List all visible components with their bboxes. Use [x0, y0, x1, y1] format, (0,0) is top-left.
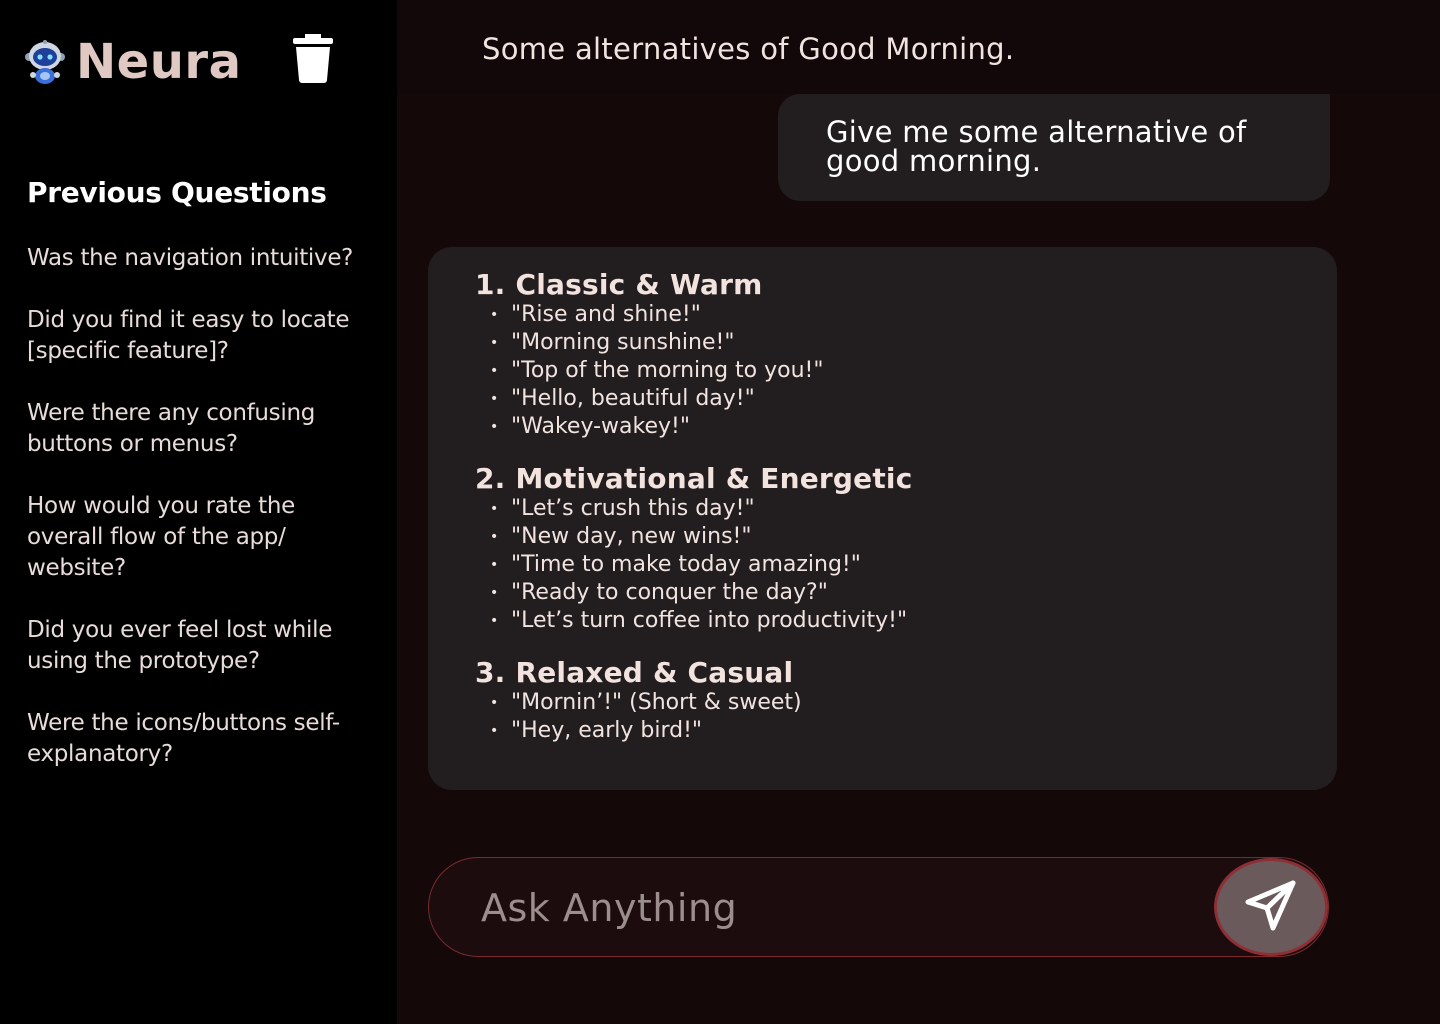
- previous-questions-list: Was the navigation intuitive? Did you fi…: [27, 243, 372, 801]
- section-title: 3. Relaxed & Casual: [475, 656, 794, 689]
- brand: Neura: [24, 34, 241, 90]
- section-title: 2. Motivational & Energetic: [475, 462, 913, 495]
- response-section: 2. Motivational & Energetic "Let’s crush…: [475, 462, 1337, 636]
- app-window: Neura Previous Questions Was the navigat…: [0, 0, 1440, 1024]
- phrase-item: "Morning sunshine!": [490, 329, 1337, 357]
- chat-input-bar: [428, 857, 1329, 957]
- previous-question-item[interactable]: How would you rate the overall flow of t…: [27, 491, 372, 584]
- robot-icon: [24, 39, 66, 85]
- chat-header: Some alternatives of Good Morning.: [397, 0, 1440, 94]
- phrase-list: "Let’s crush this day!" "New day, new wi…: [475, 495, 1337, 635]
- response-section: 3. Relaxed & Casual "Mornin’!" (Short & …: [475, 656, 1337, 746]
- phrase-list: "Mornin’!" (Short & sweet) "Hey, early b…: [475, 689, 1337, 745]
- previous-questions-heading: Previous Questions: [27, 176, 327, 209]
- chat-area: Some alternatives of Good Morning. Give …: [397, 0, 1440, 1024]
- phrase-item: "Wakey-wakey!": [490, 413, 1337, 441]
- response-section: 1. Classic & Warm "Rise and shine!" "Mor…: [475, 268, 1337, 442]
- previous-question-item[interactable]: Did you ever feel lost while using the p…: [27, 615, 372, 677]
- phrase-item: "Time to make today amazing!": [490, 551, 1337, 579]
- phrase-item: "Rise and shine!": [490, 301, 1337, 329]
- phrase-item: "Let’s turn coffee into productivity!": [490, 607, 1337, 635]
- previous-question-item[interactable]: Did you find it easy to locate [specific…: [27, 305, 372, 367]
- phrase-list: "Rise and shine!" "Morning sunshine!" "T…: [475, 301, 1337, 441]
- previous-question-item[interactable]: Was the navigation intuitive?: [27, 243, 372, 274]
- send-icon: [1243, 878, 1299, 937]
- ask-input[interactable]: [479, 878, 1203, 938]
- app-name: Neura: [76, 34, 242, 90]
- clear-history-button[interactable]: [288, 30, 338, 84]
- user-message-bubble: Give me some alternative of good morning…: [778, 94, 1330, 201]
- send-button[interactable]: [1214, 858, 1328, 956]
- phrase-item: "Mornin’!" (Short & sweet): [490, 689, 1337, 717]
- phrase-item: "Hey, early bird!": [490, 717, 1337, 745]
- phrase-item: "Let’s crush this day!": [490, 495, 1337, 523]
- phrase-item: "New day, new wins!": [490, 523, 1337, 551]
- user-message-text: Give me some alternative of good morning…: [826, 115, 1247, 178]
- phrase-item: "Hello, beautiful day!": [490, 385, 1337, 413]
- sidebar: Neura Previous Questions Was the navigat…: [0, 0, 397, 1024]
- assistant-response-card: 1. Classic & Warm "Rise and shine!" "Mor…: [428, 247, 1337, 790]
- previous-question-item[interactable]: Were there any confusing buttons or menu…: [27, 398, 372, 460]
- phrase-item: "Top of the morning to you!": [490, 357, 1337, 385]
- phrase-item: "Ready to conquer the day?": [490, 579, 1337, 607]
- section-title: 1. Classic & Warm: [475, 268, 763, 301]
- trash-icon: [288, 34, 338, 87]
- chat-title: Some alternatives of Good Morning.: [482, 32, 1015, 66]
- previous-question-item[interactable]: Were the icons/buttons self-explanatory?: [27, 708, 372, 770]
